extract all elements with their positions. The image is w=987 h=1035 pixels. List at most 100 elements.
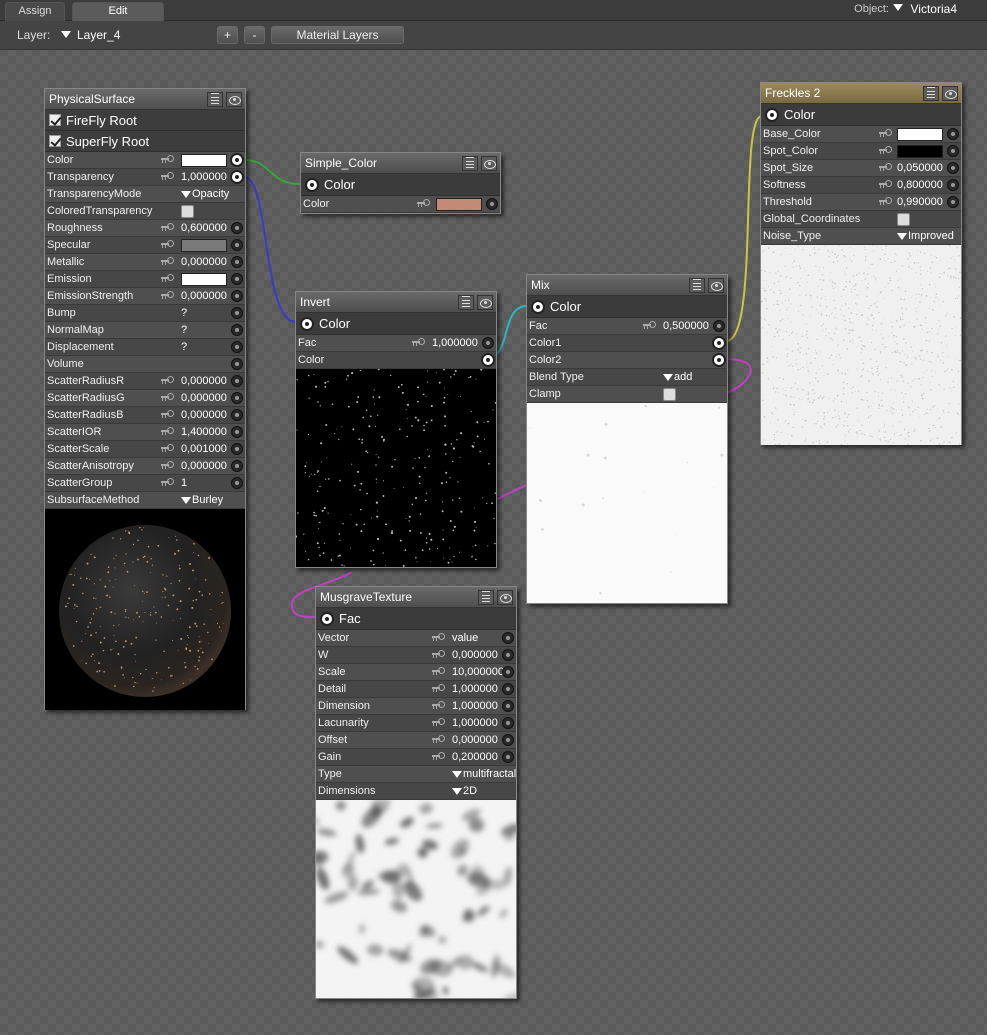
input-socket-icon[interactable]	[502, 666, 514, 678]
musgrave-texture-node[interactable]: MusgraveTexture Fac Vector value W 0,000000…	[315, 586, 517, 999]
node-header[interactable]: Simple_Color	[301, 153, 500, 174]
param-row-bump[interactable]: Bump?	[45, 305, 245, 322]
keyframe-key-icon[interactable]	[161, 223, 174, 231]
input-socket-icon[interactable]	[231, 375, 243, 387]
node-header[interactable]: Freckles 2	[761, 83, 961, 104]
param-row-coloredtransparency[interactable]: ColoredTransparency	[45, 203, 245, 220]
param-row-global-coordinates[interactable]: Global_Coordinates	[761, 211, 961, 228]
param-row-subsurfacemethod[interactable]: SubsurfaceMethod Burley	[45, 492, 245, 509]
param-row-displacement[interactable]: Displacement?	[45, 339, 245, 356]
param-dropdown[interactable]: add	[663, 371, 692, 383]
param-value-field[interactable]: 0,050000	[897, 162, 943, 174]
param-row-clamp[interactable]: Clamp	[527, 386, 727, 403]
node-menu-icon[interactable]	[462, 156, 478, 171]
param-unset-value[interactable]: ?	[181, 324, 187, 336]
input-socket-icon[interactable]	[502, 751, 514, 763]
node-menu-icon[interactable]	[207, 92, 223, 107]
remove-layer-button[interactable]: -	[244, 26, 265, 44]
input-socket-icon[interactable]	[502, 700, 514, 712]
param-row-dimension[interactable]: Dimension 1,000000	[316, 698, 516, 715]
output-color[interactable]: Color	[301, 174, 500, 196]
node-menu-icon[interactable]	[923, 86, 939, 101]
param-value-field[interactable]: 1,000000	[432, 337, 478, 349]
output-color[interactable]: Color	[527, 296, 727, 318]
keyframe-key-icon[interactable]	[412, 338, 425, 346]
param-checkbox[interactable]	[663, 388, 676, 401]
input-socket-icon[interactable]	[502, 632, 514, 644]
param-row-noise-type[interactable]: Noise_Type Improved	[761, 228, 961, 245]
input-socket-icon[interactable]	[231, 460, 243, 472]
input-socket-icon[interactable]	[482, 337, 494, 349]
input-socket-icon[interactable]	[231, 392, 243, 404]
param-row-scatterior[interactable]: ScatterIOR 1,400000	[45, 424, 245, 441]
tab-edit[interactable]: Edit	[72, 2, 164, 21]
param-value-field[interactable]: 0,800000	[897, 179, 943, 191]
param-row-transparencymode[interactable]: TransparencyMode Opacity	[45, 186, 245, 203]
output-socket-icon[interactable]	[712, 336, 726, 350]
keyframe-key-icon[interactable]	[432, 633, 445, 641]
param-dropdown[interactable]: Burley	[181, 494, 223, 506]
keyframe-key-icon[interactable]	[161, 427, 174, 435]
param-value-field[interactable]: 0,000000	[181, 409, 227, 421]
param-value-field[interactable]: value	[452, 632, 478, 644]
object-select[interactable]: Victoria4	[911, 2, 957, 16]
keyframe-key-icon[interactable]	[432, 752, 445, 760]
output-socket-icon[interactable]	[765, 108, 779, 122]
keyframe-key-icon[interactable]	[161, 274, 174, 282]
param-row-specular[interactable]: Specular	[45, 237, 245, 254]
param-row-type[interactable]: Type multifractal	[316, 766, 516, 783]
param-value-field[interactable]: 0,000000	[452, 734, 498, 746]
param-row-scatterradiusr[interactable]: ScatterRadiusR 0,000000	[45, 373, 245, 390]
input-socket-icon[interactable]	[231, 222, 243, 234]
param-unset-value[interactable]: ?	[181, 307, 187, 319]
param-row-normalmap[interactable]: NormalMap?	[45, 322, 245, 339]
invert-node[interactable]: Invert Color Fac 1,000000 Color	[295, 291, 497, 568]
param-row-scatterscale[interactable]: ScatterScale 0,001000	[45, 441, 245, 458]
param-value-field[interactable]: 0,000000	[452, 649, 498, 661]
input-socket-icon[interactable]	[713, 320, 725, 332]
input-socket-icon[interactable]	[231, 324, 243, 336]
param-value-field[interactable]: 0,000000	[181, 375, 227, 387]
color-swatch[interactable]	[436, 198, 482, 211]
object-dropdown-icon[interactable]	[893, 4, 903, 11]
param-row-color1[interactable]: Color1	[527, 335, 727, 352]
param-row-base-color[interactable]: Base_Color	[761, 126, 961, 143]
output-color[interactable]: Color	[761, 104, 961, 126]
node-menu-icon[interactable]	[458, 295, 474, 310]
node-preview-eye-icon[interactable]	[477, 295, 493, 310]
keyframe-key-icon[interactable]	[879, 180, 892, 188]
keyframe-key-icon[interactable]	[879, 163, 892, 171]
freckles-node[interactable]: Freckles 2 Color Base_Color Spot_Color Spo…	[760, 82, 962, 445]
keyframe-key-icon[interactable]	[161, 172, 174, 180]
keyframe-key-icon[interactable]	[161, 444, 174, 452]
keyframe-key-icon[interactable]	[432, 701, 445, 709]
firefly-root-row[interactable]: FireFly Root	[45, 110, 245, 131]
input-socket-icon[interactable]	[947, 196, 959, 208]
layer-dropdown-icon[interactable]	[61, 31, 71, 38]
input-socket-icon[interactable]	[947, 162, 959, 174]
output-socket-icon[interactable]	[481, 353, 495, 367]
param-row-fac[interactable]: Fac 0,500000	[527, 318, 727, 335]
param-row-spot-color[interactable]: Spot_Color	[761, 143, 961, 160]
input-socket-icon[interactable]	[231, 290, 243, 302]
param-dropdown[interactable]: multifractal	[452, 768, 516, 780]
node-header[interactable]: Mix	[527, 275, 727, 296]
node-preview-eye-icon[interactable]	[226, 92, 242, 107]
param-value-field[interactable]: 0,000000	[181, 290, 227, 302]
keyframe-key-icon[interactable]	[161, 155, 174, 163]
input-socket-icon[interactable]	[947, 145, 959, 157]
input-socket-icon[interactable]	[947, 128, 959, 140]
keyframe-key-icon[interactable]	[161, 376, 174, 384]
param-dropdown[interactable]: 2D	[452, 785, 477, 797]
input-socket-icon[interactable]	[947, 179, 959, 191]
keyframe-key-icon[interactable]	[161, 478, 174, 486]
layer-select[interactable]: Layer_4	[77, 28, 120, 42]
param-unset-value[interactable]: ?	[181, 341, 187, 353]
param-row-blend-type[interactable]: Blend Type add	[527, 369, 727, 386]
keyframe-key-icon[interactable]	[879, 197, 892, 205]
superfly-root-checkbox[interactable]	[49, 135, 61, 147]
input-socket-icon[interactable]	[502, 649, 514, 661]
keyframe-key-icon[interactable]	[879, 129, 892, 137]
param-row-scatteranisotropy[interactable]: ScatterAnisotropy 0,000000	[45, 458, 245, 475]
param-row-gain[interactable]: Gain 0,200000	[316, 749, 516, 766]
